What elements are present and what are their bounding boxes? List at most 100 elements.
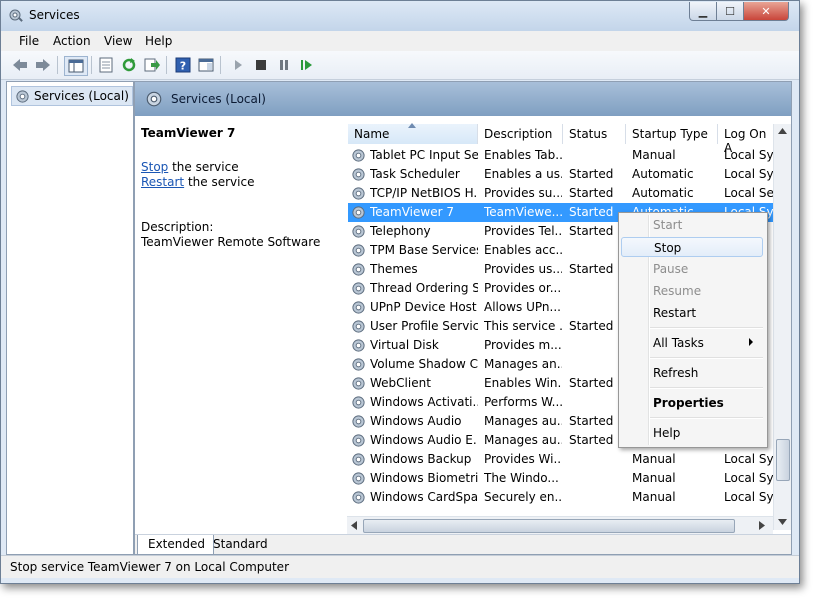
service-name-cell: Themes (370, 262, 418, 276)
context-menu-stop-label: Stop (654, 241, 682, 255)
tree-item-services-local[interactable]: Services (Local) (11, 86, 133, 106)
minimize-button[interactable]: ▁ (689, 2, 717, 21)
horizontal-scrollbar[interactable] (347, 516, 773, 534)
console-tree-icon[interactable] (64, 56, 88, 76)
service-description-cell: TeamViewe... (484, 205, 562, 219)
service-name-cell: Windows Audio (370, 414, 462, 428)
tab-standard[interactable]: Standard (203, 535, 276, 554)
restart-link-suffix: the service (184, 175, 255, 189)
context-menu-help[interactable]: Help (621, 423, 763, 443)
maximize-button[interactable]: ☐ (716, 2, 744, 21)
horizontal-scroll-thumb[interactable] (363, 519, 735, 533)
column-header-status[interactable]: Status (563, 124, 626, 144)
service-description-cell: Provides su... (484, 186, 562, 200)
context-menu-resume-label: Resume (653, 284, 702, 298)
column-header-name[interactable]: Name (348, 123, 478, 144)
context-menu-stop[interactable]: Stop (621, 237, 763, 257)
service-logon-cell: Local Syst (724, 471, 774, 485)
column-header-startup-type[interactable]: Startup Type (626, 124, 718, 144)
context-menu-all-tasks[interactable]: All Tasks (621, 333, 763, 353)
stop-icon[interactable] (252, 56, 270, 74)
help-icon[interactable]: ? (174, 56, 192, 74)
service-description-cell: Manages au... (484, 433, 562, 447)
resume-icon[interactable] (298, 56, 316, 74)
vertical-scrollbar[interactable] (773, 124, 791, 530)
stop-service-link[interactable]: Stop (141, 160, 168, 174)
service-gear-icon (351, 148, 366, 163)
table-row[interactable]: Task Scheduler Enables a us... Started Auto… (348, 165, 774, 184)
status-text: Stop service TeamViewer 7 on Local Compu… (10, 560, 289, 574)
service-startup-type-cell: Manual (632, 452, 676, 466)
scroll-down-icon[interactable] (778, 519, 787, 525)
window-title: Services (29, 8, 80, 22)
service-description-cell: Securely en... (484, 490, 562, 504)
start-icon[interactable] (229, 56, 247, 74)
context-menu-properties-label: Properties (653, 396, 724, 410)
service-description-cell: Enables Win... (484, 376, 562, 390)
service-gear-icon (351, 281, 366, 296)
column-header-log-on-as[interactable]: Log On A (718, 124, 774, 155)
title-bar: Services ▁ ☐ ✕ (1, 1, 799, 31)
table-row[interactable]: TCP/IP NetBIOS H... Provides su... Started… (348, 184, 774, 203)
column-name-label: Name (354, 127, 390, 141)
service-gear-icon (351, 490, 366, 505)
menu-view[interactable]: View (104, 34, 132, 48)
context-menu-resume[interactable]: Resume (621, 281, 763, 301)
properties-icon[interactable] (97, 56, 115, 74)
context-menu-refresh-label: Refresh (653, 366, 699, 380)
column-header-description[interactable]: Description (478, 124, 563, 144)
forward-icon[interactable] (34, 56, 52, 74)
menu-file[interactable]: File (19, 34, 39, 48)
scroll-left-icon[interactable] (351, 521, 357, 530)
service-description-cell: Provides Wi... (484, 452, 562, 466)
restart-service-link[interactable]: Restart (141, 175, 184, 189)
service-gear-icon (351, 205, 366, 220)
service-gear-icon (351, 452, 366, 467)
context-menu-refresh[interactable]: Refresh (621, 363, 763, 383)
service-status-cell: Started (569, 167, 614, 181)
service-logon-cell: Local Serv (724, 186, 774, 200)
table-row[interactable]: Tablet PC Input Se... Enables Tab... Manua… (348, 146, 774, 165)
description-text: TeamViewer Remote Software (141, 235, 321, 249)
context-menu-restart[interactable]: Restart (621, 303, 763, 323)
context-menu-pause[interactable]: Pause (621, 259, 763, 279)
services-gear-icon (9, 9, 23, 22)
service-startup-type-cell: Manual (632, 471, 676, 485)
scroll-up-icon[interactable] (778, 128, 787, 134)
close-button[interactable]: ✕ (743, 2, 789, 21)
services-gear-icon (16, 89, 29, 103)
show-hide-icon[interactable] (197, 56, 215, 74)
service-status-cell: Started (569, 186, 614, 200)
context-menu-properties[interactable]: Properties (621, 393, 763, 413)
service-name-cell: WebClient (370, 376, 431, 390)
service-description-cell: The Windo... (484, 471, 559, 485)
service-gear-icon (351, 433, 366, 448)
header-band: Services (Local) (135, 82, 791, 116)
table-row[interactable]: Windows Backup Provides Wi... Manual Local … (348, 450, 774, 469)
table-row[interactable]: Windows Biometri... The Windo... Manual Loc… (348, 469, 774, 488)
table-row[interactable]: Windows CardSpa... Securely en... Manual Lo… (348, 488, 774, 507)
toolbar: ? (1, 51, 799, 80)
view-tabs: Extended Standard (135, 534, 791, 554)
service-name-cell: Telephony (370, 224, 431, 238)
service-gear-icon (351, 262, 366, 277)
pause-icon[interactable] (275, 56, 293, 74)
menu-help[interactable]: Help (145, 34, 172, 48)
menu-action[interactable]: Action (53, 34, 91, 48)
service-name-cell: TeamViewer 7 (370, 205, 454, 219)
service-gear-icon (351, 471, 366, 486)
context-menu-restart-label: Restart (653, 306, 697, 320)
service-name-cell: Windows CardSpa... (370, 490, 478, 504)
export-icon[interactable] (143, 56, 161, 74)
vertical-scroll-thumb[interactable] (776, 439, 790, 481)
service-name-cell: Windows Activati... (370, 395, 478, 409)
service-description-cell: Provides us... (484, 262, 562, 276)
refresh-icon[interactable] (120, 56, 138, 74)
scroll-right-icon[interactable] (759, 521, 765, 530)
back-icon[interactable] (11, 56, 29, 74)
context-menu-start[interactable]: Start (621, 215, 763, 235)
service-gear-icon (351, 224, 366, 239)
service-logon-cell: Local Syst (724, 490, 774, 504)
service-gear-icon (351, 357, 366, 372)
service-description-cell: Enables Tab... (484, 148, 562, 162)
